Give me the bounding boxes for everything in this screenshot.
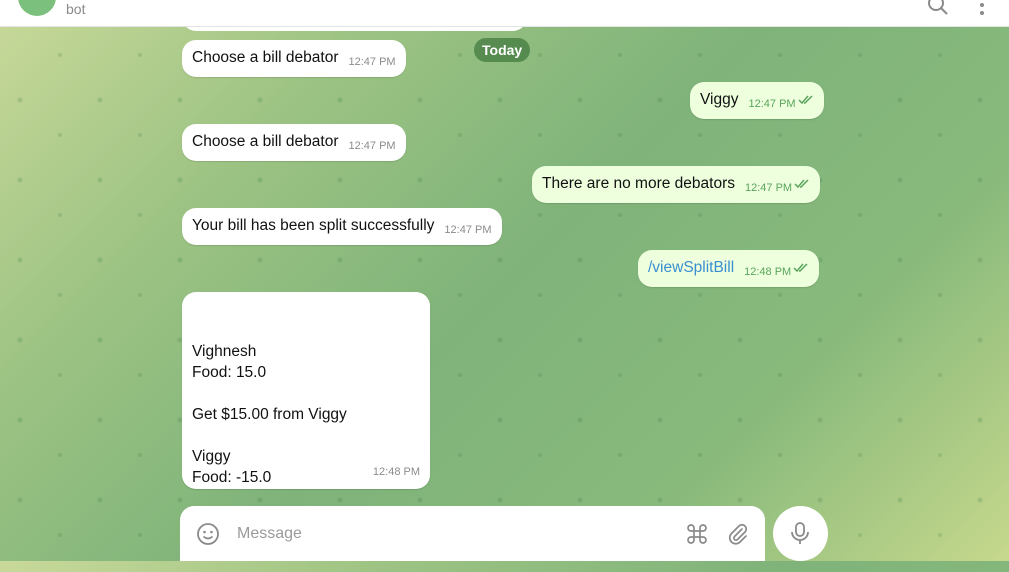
message-text: Your bill has been split successfully <box>192 217 435 234</box>
message-bubble-incoming[interactable]: Choose a bill debator 12:47 PM <box>182 40 406 77</box>
double-check-icon <box>793 263 808 273</box>
command-icon[interactable] <box>685 522 709 546</box>
date-separator: Today <box>474 38 531 62</box>
message-bubble-outgoing[interactable]: There are no more debators 12:47 PM <box>532 166 821 203</box>
message-text: Vighnesh Food: 15.0 Get $15.00 from Vigg… <box>192 343 361 528</box>
avatar[interactable] <box>18 0 56 16</box>
emoji-icon[interactable] <box>196 522 220 546</box>
message-time: 12:47 PM <box>444 224 492 236</box>
message-bubble-outgoing[interactable]: /viewSplitBill 12:48 PM <box>638 250 820 287</box>
search-icon[interactable] <box>927 0 949 16</box>
bot-command-link[interactable]: /viewSplitBill <box>648 259 734 276</box>
microphone-icon <box>791 522 809 544</box>
message-time: 12:48 PM <box>744 266 792 278</box>
message-text: There are no more debators <box>542 175 735 192</box>
double-check-icon <box>794 179 809 189</box>
message-text: Choose a bill debator <box>192 133 339 150</box>
double-check-icon <box>798 95 813 105</box>
message-bubble-incoming[interactable]: Choose a bill debator 12:47 PM <box>182 124 406 161</box>
more-vertical-icon[interactable] <box>971 0 993 16</box>
message-text: Viggy <box>700 91 739 108</box>
microphone-button[interactable] <box>773 506 828 561</box>
message-bubble-incoming[interactable]: Your bill has been split successfully 12:… <box>182 208 502 245</box>
message-text: Choose a bill debator <box>192 49 339 66</box>
chat-subtitle: bot <box>66 1 86 17</box>
message-time: 12:47 PM <box>348 140 396 152</box>
message-time: 12:47 PM <box>745 182 793 194</box>
message-composer <box>180 506 765 561</box>
message-bubble-outgoing[interactable]: Viggy 12:47 PM <box>690 82 824 119</box>
message-bubble-incoming[interactable]: Vighnesh Food: 15.0 Get $15.00 from Vigg… <box>182 292 430 528</box>
message-time: 12:47 PM <box>348 56 396 68</box>
message-time: 12:47 PM <box>748 98 796 110</box>
chat-header: bot <box>0 0 1009 27</box>
message-time: 12:48 PM <box>372 466 420 478</box>
message-input[interactable] <box>235 520 659 548</box>
chat-background-pattern <box>0 0 1009 561</box>
paperclip-icon[interactable] <box>726 522 750 546</box>
